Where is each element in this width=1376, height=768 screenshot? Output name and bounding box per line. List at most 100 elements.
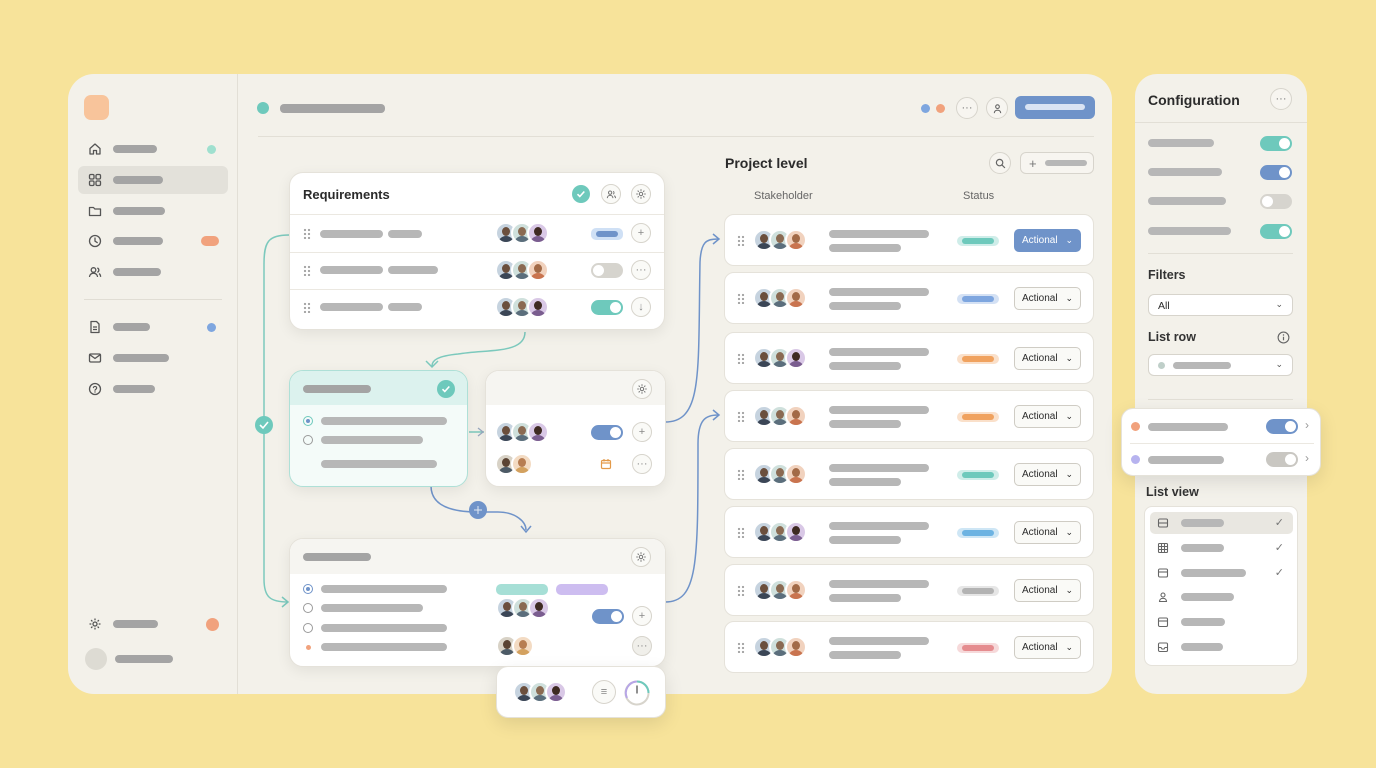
search-button[interactable] (989, 152, 1011, 174)
series-label (1148, 423, 1228, 431)
setting-toggle[interactable] (1260, 136, 1292, 151)
stakeholder-avatars (753, 405, 807, 427)
chevron-right-icon[interactable]: › (1305, 418, 1309, 432)
project-row[interactable]: Actional ⌄ (724, 448, 1094, 500)
action-dropdown[interactable]: Actional ⌄ (1014, 405, 1081, 428)
series-toggle[interactable] (1266, 419, 1298, 434)
setting-toggle[interactable] (1260, 165, 1292, 180)
drag-handle[interactable] (303, 265, 311, 276)
drag-handle[interactable] (737, 469, 745, 480)
assignee-toggle[interactable] (591, 425, 623, 440)
project-row[interactable]: Actional ⌄ (724, 272, 1094, 324)
requirement-toggle[interactable] (591, 300, 623, 315)
settings-button[interactable] (631, 547, 651, 567)
more-options-button[interactable]: ··· (632, 636, 652, 656)
flow-check-node (255, 416, 273, 434)
more-options-button[interactable]: ··· (631, 260, 651, 280)
drag-handle[interactable] (737, 353, 745, 364)
status-pill (957, 354, 999, 364)
inbox-icon (1157, 642, 1169, 653)
project-row[interactable]: Actional ⌄ (724, 332, 1094, 384)
filters-select[interactable]: All ⌄ (1148, 294, 1293, 316)
stage-toggle[interactable] (592, 609, 624, 624)
requirement-detail (388, 230, 422, 238)
configuration-panel: Configuration ··· Filters All ⌄ List row… (1135, 74, 1307, 694)
list-options-button[interactable]: ≡ (592, 680, 616, 704)
members-button[interactable] (601, 184, 621, 204)
radio-option[interactable] (303, 435, 313, 445)
stakeholder-avatars (753, 636, 807, 658)
action-label: Actional (1022, 235, 1058, 246)
add-button[interactable]: + (632, 422, 652, 442)
list-view-option[interactable] (1150, 636, 1293, 658)
info-icon[interactable] (1277, 331, 1290, 344)
settings-button[interactable] (631, 184, 651, 204)
list-row-select[interactable]: ⌄ (1148, 354, 1293, 376)
settings-button[interactable] (632, 379, 652, 399)
radio-option[interactable] (303, 584, 313, 594)
chevron-down-icon: ⌄ (1065, 585, 1073, 595)
drag-handle[interactable] (737, 585, 745, 596)
list-view-option[interactable]: ✓ (1150, 512, 1293, 534)
drag-handle[interactable] (737, 642, 745, 653)
status-pill (957, 470, 999, 480)
drag-handle[interactable] (303, 228, 311, 239)
panel-divider (1148, 399, 1293, 400)
row-divider (1130, 443, 1314, 444)
radio-option[interactable] (303, 623, 313, 633)
add-stakeholder-button[interactable]: + (1020, 152, 1094, 174)
avatar (527, 296, 549, 318)
avatar (785, 347, 807, 369)
drag-handle[interactable] (303, 302, 311, 313)
requirements-title: Requirements (303, 187, 390, 202)
requirement-toggle[interactable] (591, 263, 623, 278)
list-view-option[interactable]: ✓ (1150, 562, 1293, 584)
action-dropdown[interactable]: Actional ⌄ (1014, 287, 1081, 310)
move-down-button[interactable]: ↓ (631, 297, 651, 317)
stakeholder-name (829, 406, 929, 414)
action-dropdown[interactable]: Actional ⌄ (1014, 463, 1081, 486)
check-icon (576, 190, 585, 198)
assignee-avatars (496, 635, 534, 657)
chevron-right-icon[interactable]: › (1305, 451, 1309, 465)
arrow-down-icon: ↓ (638, 300, 644, 313)
drag-handle[interactable] (737, 411, 745, 422)
filters-value: All (1158, 300, 1170, 312)
drag-handle[interactable] (737, 293, 745, 304)
row-divider (290, 214, 664, 215)
radio-option[interactable] (303, 603, 313, 613)
config-more-button[interactable]: ··· (1270, 88, 1292, 110)
add-button[interactable]: + (632, 606, 652, 626)
series-dot-purple (1131, 455, 1140, 464)
action-dropdown[interactable]: Actional ⌄ (1014, 521, 1081, 544)
list-view-option[interactable] (1150, 586, 1293, 608)
project-row[interactable]: Actional ⌄ (724, 564, 1094, 616)
action-dropdown[interactable]: Actional ⌄ (1014, 579, 1081, 602)
gear-icon (636, 189, 646, 199)
add-button[interactable]: + (631, 223, 651, 243)
project-row[interactable]: Actional ⌄ (724, 390, 1094, 442)
assignee-popover: ≡ (496, 666, 666, 718)
list-view-option[interactable]: ✓ (1150, 537, 1293, 559)
action-dropdown[interactable]: Actional ⌄ (1014, 636, 1081, 659)
calendar-icon[interactable] (600, 458, 612, 470)
chevron-down-icon: ⌄ (1065, 235, 1073, 245)
setting-toggle[interactable] (1260, 194, 1292, 209)
progress-dial-icon (624, 680, 650, 706)
more-icon: ··· (636, 639, 648, 652)
setting-toggle[interactable] (1260, 224, 1292, 239)
drag-handle[interactable] (737, 527, 745, 538)
list-view-option[interactable] (1150, 611, 1293, 633)
column-header-stakeholder: Stakeholder (754, 190, 813, 202)
action-dropdown[interactable]: Actional ⌄ (1014, 347, 1081, 370)
drag-handle[interactable] (737, 235, 745, 246)
project-row[interactable]: Actional ⌄ (724, 621, 1094, 673)
avatar (511, 453, 533, 475)
project-row[interactable]: Actional ⌄ (724, 506, 1094, 558)
action-dropdown[interactable]: Actional ⌄ (1014, 229, 1081, 252)
radio-option[interactable] (303, 416, 313, 426)
more-options-button[interactable]: ··· (632, 454, 652, 474)
series-toggle[interactable] (1266, 452, 1298, 467)
action-label: Actional (1022, 469, 1058, 480)
project-row[interactable]: Actional ⌄ (724, 214, 1094, 266)
